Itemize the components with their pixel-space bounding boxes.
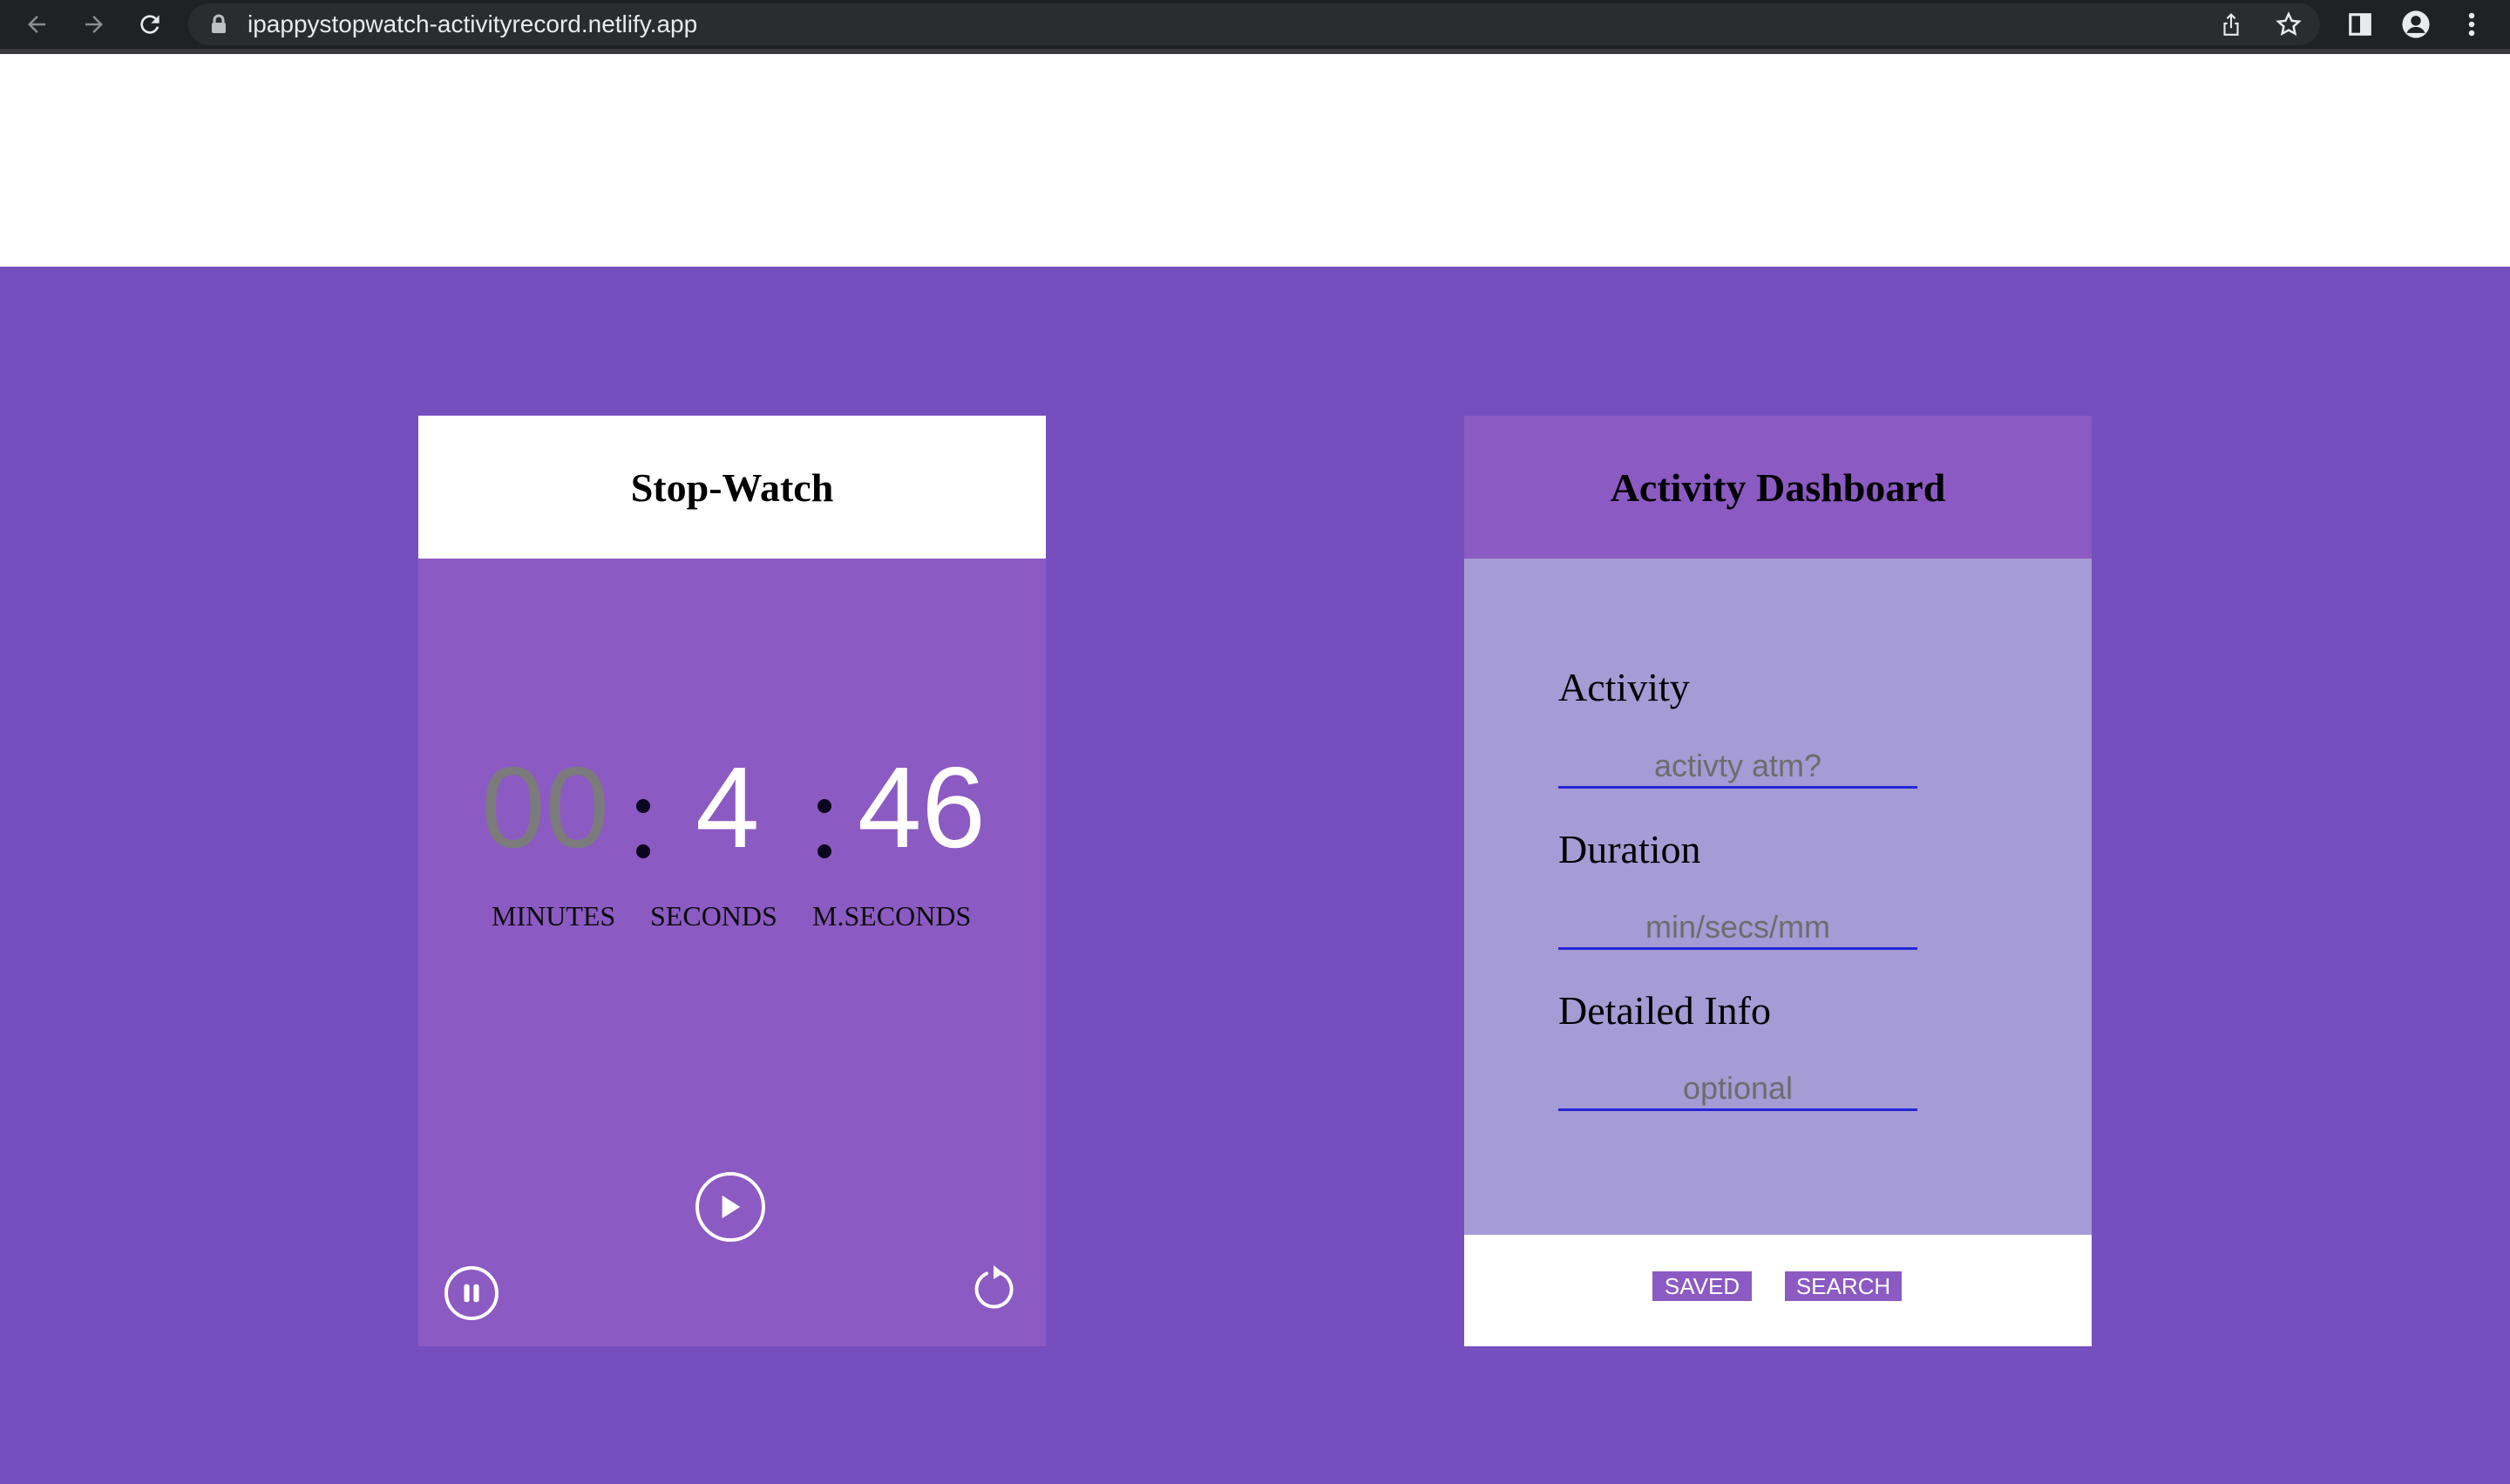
pause-button[interactable] xyxy=(444,1266,499,1320)
milliseconds-label: M.SECONDS xyxy=(812,900,972,932)
activity-input[interactable] xyxy=(1558,745,1917,789)
pause-icon xyxy=(464,1284,479,1303)
stopwatch-display: 00 4 46 xyxy=(418,747,1046,869)
duration-label: Duration xyxy=(1558,827,1701,871)
activity-dashboard-title: Activity Dashboard xyxy=(1610,464,1946,510)
stopwatch-title: Stop-Watch xyxy=(630,464,834,510)
colon-separator xyxy=(636,769,650,858)
reset-icon xyxy=(974,1265,1014,1309)
minutes-display: 00 xyxy=(481,743,609,871)
stopwatch-header: Stop-Watch xyxy=(418,416,1046,559)
reload-icon[interactable] xyxy=(131,5,169,44)
minutes-label: MINUTES xyxy=(492,900,616,932)
reset-button[interactable] xyxy=(969,1263,1018,1311)
activity-dashboard-card: Activity Dashboard Activity Duration Det… xyxy=(1464,416,2092,1346)
profile-icon[interactable] xyxy=(2397,5,2435,44)
detailed-info-input[interactable] xyxy=(1558,1067,1917,1111)
lock-icon[interactable] xyxy=(209,14,228,39)
forward-arrow-icon[interactable] xyxy=(75,5,113,44)
page-header-band xyxy=(0,54,2510,267)
duration-input[interactable] xyxy=(1558,906,1917,950)
play-icon xyxy=(722,1195,741,1219)
page-background xyxy=(0,267,2510,1484)
seconds-label: SECONDS xyxy=(650,900,777,932)
star-icon[interactable] xyxy=(2273,9,2304,40)
back-arrow-icon[interactable] xyxy=(17,5,56,44)
play-button[interactable] xyxy=(695,1172,765,1242)
address-bar[interactable]: ipappystopwatch-activityrecord.netlify.a… xyxy=(188,3,2320,45)
stopwatch-card: Stop-Watch 00 4 46 MINUTES SECONDS M.SEC… xyxy=(418,416,1046,1346)
more-vert-icon[interactable] xyxy=(2452,5,2491,44)
side-panel-icon[interactable] xyxy=(2341,5,2379,44)
seconds-display: 4 xyxy=(695,743,760,871)
search-button[interactable]: SEARCH xyxy=(1785,1271,1902,1301)
url-text[interactable]: ipappystopwatch-activityrecord.netlify.a… xyxy=(248,12,697,37)
detailed-info-label: Detailed Info xyxy=(1558,988,1771,1033)
milliseconds-display: 46 xyxy=(858,743,986,871)
activity-dashboard-footer: SAVED SEARCH xyxy=(1464,1235,2092,1346)
browser-toolbar: ipappystopwatch-activityrecord.netlify.a… xyxy=(0,0,2510,54)
colon-separator xyxy=(817,769,831,858)
share-icon[interactable] xyxy=(2215,9,2247,40)
activity-label: Activity xyxy=(1558,665,1690,709)
activity-dashboard-header: Activity Dashboard xyxy=(1464,416,2092,559)
saved-button[interactable]: SAVED xyxy=(1652,1271,1752,1301)
